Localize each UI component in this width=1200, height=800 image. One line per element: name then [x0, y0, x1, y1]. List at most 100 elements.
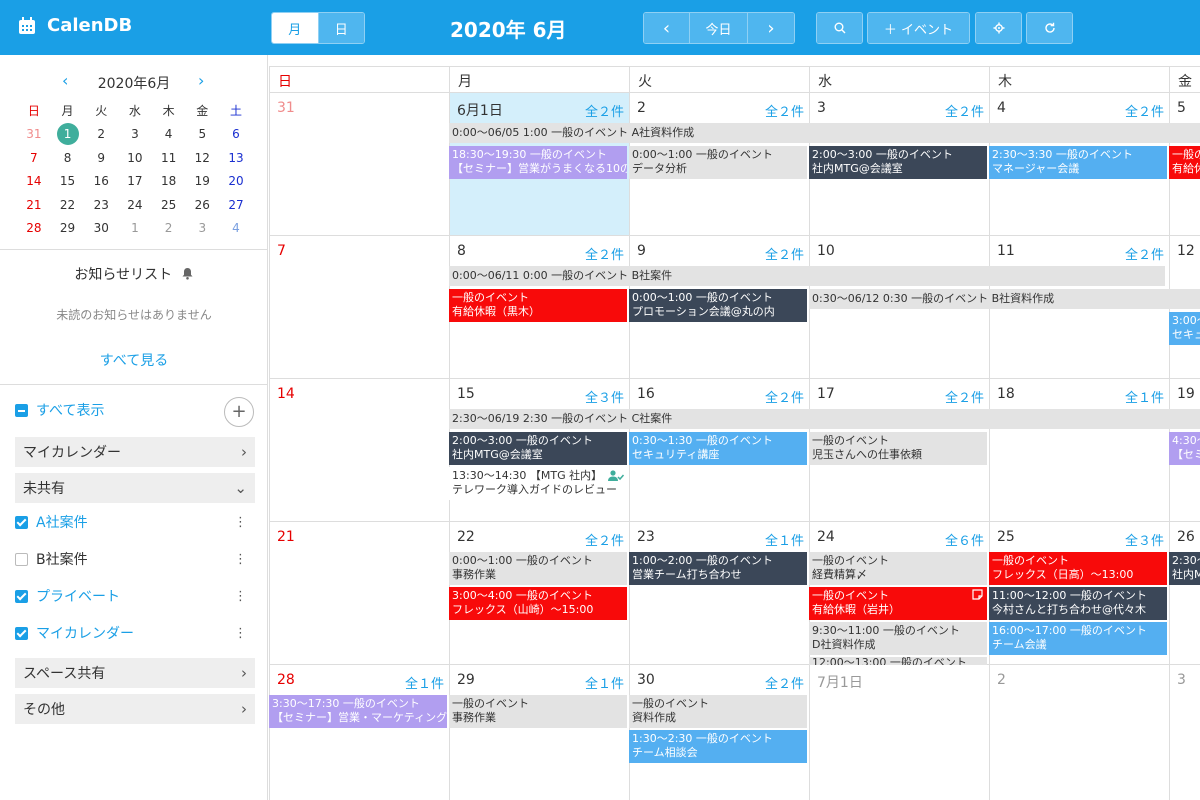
next-month-button[interactable]: › — [748, 13, 794, 43]
event[interactable]: 一般のイベント 児玉さんへの仕事依頼 — [809, 432, 987, 465]
mini-day[interactable]: 18 — [152, 170, 186, 194]
event-count[interactable]: 全２件 — [1125, 244, 1164, 263]
mini-day[interactable]: 29 — [51, 217, 85, 241]
mini-day[interactable]: 17 — [118, 170, 152, 194]
multi-day-event[interactable]: 0:30〜06/12 0:30 一般のイベント B社資料作成 — [809, 289, 1200, 309]
event-count[interactable]: 全１件 — [585, 673, 624, 692]
mini-day[interactable]: 27 — [219, 193, 253, 217]
event-count[interactable]: 全２件 — [945, 387, 984, 406]
mini-day[interactable]: 26 — [185, 193, 219, 217]
event-count[interactable]: 全１件 — [765, 530, 804, 549]
calendar-mycal-checkbox[interactable] — [15, 626, 28, 640]
event[interactable]: 一般のイベント 事務作業 — [449, 695, 627, 728]
mini-day[interactable]: 11 — [152, 146, 186, 170]
event[interactable]: 2:30〜3:30 一般のイベント マネージャー会議 — [989, 146, 1167, 179]
mini-day[interactable]: 7 — [17, 146, 51, 170]
calendar-item-b[interactable]: B社案件 ⋮ — [15, 544, 255, 574]
event[interactable]: 3:00〜セキュ — [1169, 312, 1200, 345]
event-count[interactable]: 全２件 — [585, 244, 624, 263]
event-count[interactable]: 全３件 — [1125, 530, 1164, 549]
mini-day[interactable]: 25 — [152, 193, 186, 217]
more-icon[interactable]: ⋮ — [234, 626, 255, 641]
mini-day[interactable]: 16 — [84, 170, 118, 194]
event[interactable]: 1:30〜2:30 一般のイベント チーム相談会 — [629, 730, 807, 763]
settings-button[interactable] — [976, 13, 1021, 43]
mini-day[interactable]: 3 — [185, 217, 219, 241]
mini-day[interactable]: 1 — [118, 217, 152, 241]
event[interactable]: 2:00〜3:00 一般のイベント 社内MTG@会議室 — [449, 432, 627, 465]
calendar-private-checkbox[interactable] — [15, 589, 28, 603]
mini-next-icon[interactable]: › — [198, 71, 204, 90]
mini-today[interactable]: 1 — [56, 123, 79, 146]
mini-day[interactable]: 4 — [152, 123, 186, 147]
day-cell[interactable] — [989, 665, 1169, 800]
view-day-button[interactable]: 日 — [318, 13, 364, 43]
event[interactable]: 0:00〜1:00 一般のイベント プロモーション会議@丸の内 — [629, 289, 807, 322]
view-all-link[interactable]: すべて見る — [0, 350, 268, 370]
mini-day[interactable]: 1 — [51, 123, 85, 147]
event-count[interactable]: 全２件 — [1125, 101, 1164, 120]
event[interactable]: 2:30〜社内M — [1169, 552, 1200, 585]
event-count[interactable]: 全１件 — [405, 673, 444, 692]
event-count[interactable]: 全２件 — [585, 101, 624, 120]
mini-day[interactable]: 10 — [118, 146, 152, 170]
event[interactable]: 3:00〜4:00 一般のイベント フレックス（山崎）〜15:00 — [449, 587, 627, 620]
event-count[interactable]: 全２件 — [765, 673, 804, 692]
add-calendar-button[interactable]: + — [224, 397, 254, 427]
show-all-checkbox[interactable] — [15, 403, 28, 417]
mini-day[interactable]: 24 — [118, 193, 152, 217]
event[interactable]: 3:30〜17:30 一般のイベント 【セミナー】営業・マーケティング — [269, 695, 447, 728]
event[interactable]: 一般のイベント フレックス（日高）〜13:00 — [989, 552, 1167, 585]
event[interactable]: 一般のイベント 経費精算〆 — [809, 552, 987, 585]
calendar-item-private[interactable]: プライベート ⋮ — [15, 581, 255, 611]
mini-day[interactable]: 4 — [219, 217, 253, 241]
mini-day[interactable]: 2 — [84, 123, 118, 147]
mini-day[interactable]: 21 — [17, 193, 51, 217]
mini-day[interactable]: 2 — [152, 217, 186, 241]
event[interactable]: 一般のイベント 有給休暇（黒木） — [449, 289, 627, 322]
event[interactable]: 一般のイベント 資料作成 — [629, 695, 807, 728]
event-count[interactable]: 全２件 — [765, 244, 804, 263]
mini-day[interactable]: 23 — [84, 193, 118, 217]
mini-day[interactable]: 20 — [219, 170, 253, 194]
group-my-calendar[interactable]: マイカレンダー › — [15, 437, 255, 467]
event[interactable]: 18:30〜19:30 一般のイベント 【セミナー】営業がうまくなる10の — [449, 146, 627, 179]
event-count[interactable]: 全２件 — [585, 530, 624, 549]
mini-day[interactable]: 5 — [185, 123, 219, 147]
event[interactable]: 11:00〜12:00 一般のイベント 今村さんと打ち合わせ@代々木 — [989, 587, 1167, 620]
mini-day[interactable]: 8 — [51, 146, 85, 170]
multi-day-event[interactable]: 0:00〜06/11 0:00 一般のイベント B社案件 — [449, 266, 1165, 286]
calendar-a-checkbox[interactable] — [15, 515, 28, 529]
event[interactable]: 0:00〜1:00 一般のイベント 事務作業 — [449, 552, 627, 585]
event[interactable]: 2:00〜3:00 一般のイベント 社内MTG@会議室 — [809, 146, 987, 179]
day-cell[interactable] — [269, 236, 449, 379]
event[interactable]: 0:30〜1:30 一般のイベント セキュリティ講座 — [629, 432, 807, 465]
more-icon[interactable]: ⋮ — [234, 589, 255, 604]
today-button[interactable]: 今日 — [690, 13, 748, 43]
mini-day[interactable]: 12 — [185, 146, 219, 170]
day-cell[interactable] — [269, 379, 449, 522]
event[interactable]: 4:30〜【セミ — [1169, 432, 1200, 465]
event[interactable]: 9:30〜11:00 一般のイベント D社資料作成 — [809, 622, 987, 655]
mini-day[interactable]: 30 — [84, 217, 118, 241]
event[interactable]: 13:30〜14:30 【MTG 社内】 テレワーク導入ガイドのレビュー — [449, 467, 627, 500]
mini-day[interactable]: 19 — [185, 170, 219, 194]
refresh-button[interactable] — [1027, 13, 1072, 43]
show-all-toggle[interactable]: すべて表示 — [15, 395, 255, 425]
group-other[interactable]: その他 › — [15, 694, 255, 724]
calendar-item-mycal[interactable]: マイカレンダー ⋮ — [15, 618, 255, 648]
search-button[interactable] — [817, 13, 862, 43]
event-count[interactable]: 全３件 — [585, 387, 624, 406]
mini-day[interactable]: 13 — [219, 146, 253, 170]
group-space-shared[interactable]: スペース共有 › — [15, 658, 255, 688]
day-cell[interactable] — [269, 522, 449, 665]
more-icon[interactable]: ⋮ — [234, 515, 255, 530]
event[interactable]: 1:00〜2:00 一般のイベント 営業チーム打ち合わせ — [629, 552, 807, 585]
mini-day[interactable]: 3 — [118, 123, 152, 147]
multi-day-event[interactable]: 2:30〜06/19 2:30 一般のイベント C社案件 — [449, 409, 1200, 429]
event[interactable]: 一般のイベント 有給休暇（岩井） — [809, 587, 987, 620]
mini-day[interactable]: 6 — [219, 123, 253, 147]
event-count[interactable]: 全２件 — [765, 101, 804, 120]
calendar-b-checkbox[interactable] — [15, 552, 28, 566]
mini-day[interactable]: 15 — [51, 170, 85, 194]
